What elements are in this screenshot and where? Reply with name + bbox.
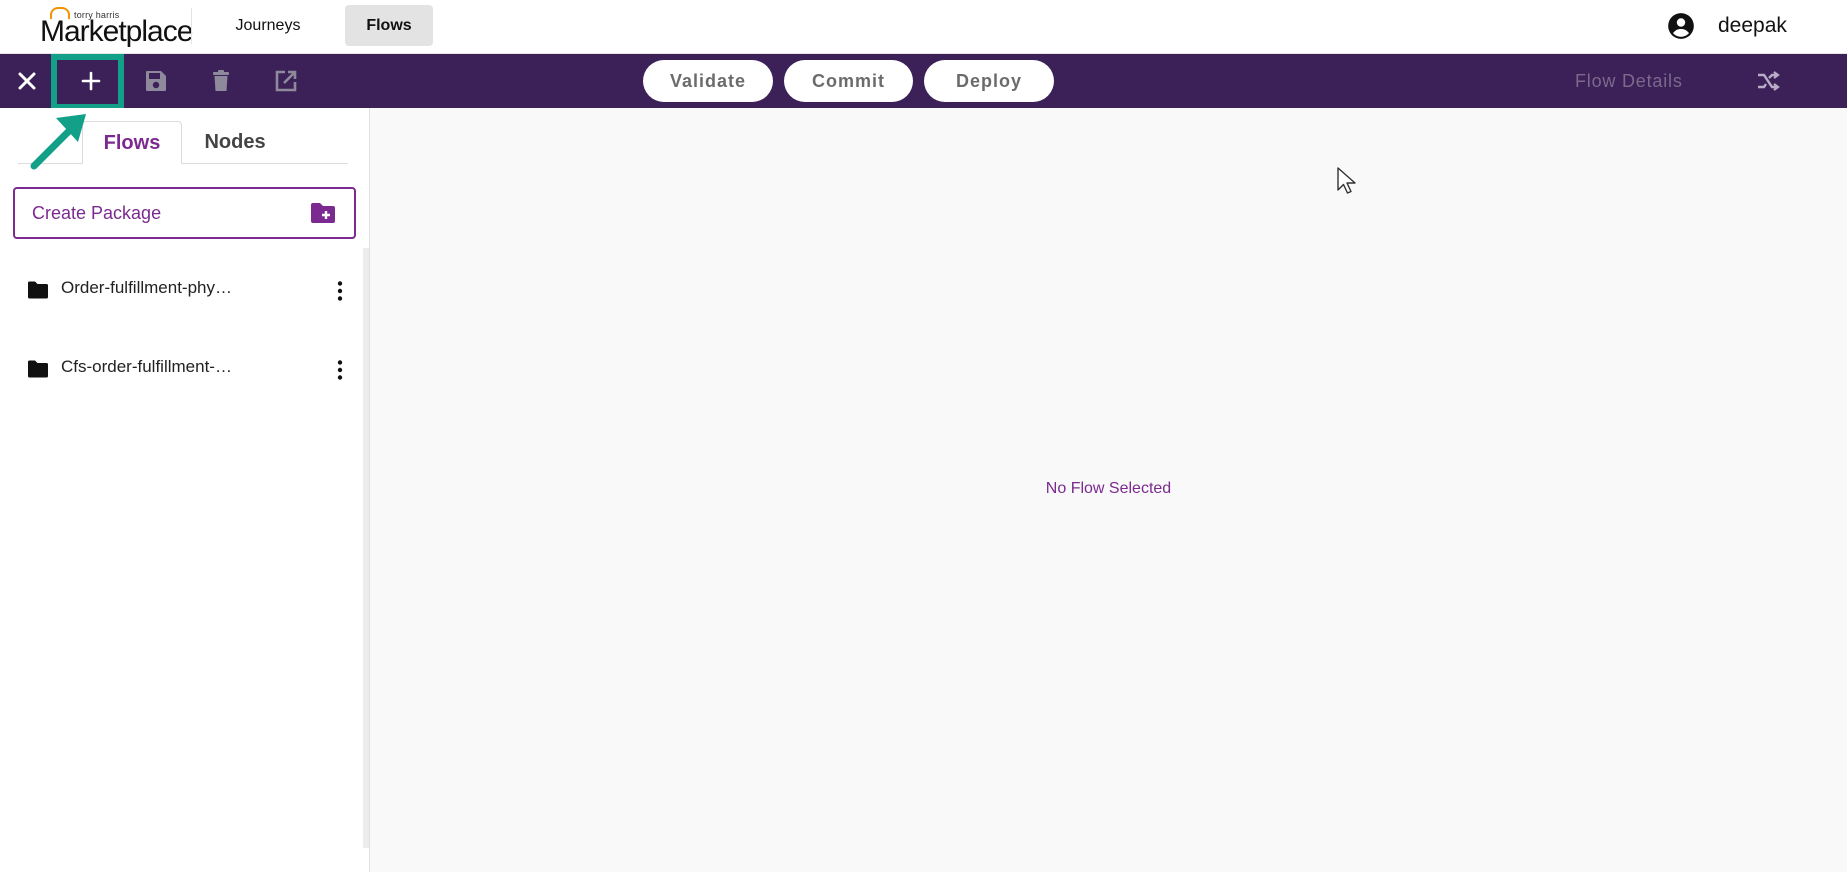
folder-icon xyxy=(27,280,49,300)
package-item[interactable]: Cfs-order-fulfillment-… xyxy=(0,339,363,399)
flow-details-button[interactable]: Flow Details xyxy=(1575,54,1683,108)
deploy-button[interactable]: Deploy xyxy=(924,60,1054,102)
nav-tab-journeys[interactable]: Journeys xyxy=(222,5,314,46)
more-options-icon[interactable] xyxy=(332,280,348,302)
user-name[interactable]: deepak xyxy=(1718,12,1787,40)
nav-tab-flows[interactable]: Flows xyxy=(345,5,433,46)
folder-icon xyxy=(27,359,49,379)
delete-icon[interactable] xyxy=(206,66,236,96)
empty-state-message: No Flow Selected xyxy=(1045,480,1172,497)
shuffle-icon[interactable] xyxy=(1755,68,1781,94)
header-divider xyxy=(191,8,192,44)
marketplace-logo[interactable]: torry harris Marketplace xyxy=(40,4,193,48)
create-folder-icon xyxy=(310,201,336,225)
create-package-button[interactable]: Create Package xyxy=(13,187,356,239)
validate-button[interactable]: Validate xyxy=(643,60,773,102)
commit-button[interactable]: Commit xyxy=(784,60,913,102)
create-package-label: Create Package xyxy=(32,203,162,223)
tab-nodes[interactable]: Nodes xyxy=(190,121,280,164)
add-flow-highlight xyxy=(51,54,124,110)
save-icon[interactable] xyxy=(141,66,171,96)
logo-main-text: Marketplace xyxy=(40,15,193,48)
more-options-icon[interactable] xyxy=(332,359,348,381)
open-external-icon[interactable] xyxy=(271,66,301,96)
account-circle-icon[interactable] xyxy=(1667,12,1695,40)
package-item[interactable]: Order-fulfillment-phy… xyxy=(0,260,363,320)
close-icon[interactable] xyxy=(12,66,42,96)
top-header: torry harris Marketplace Journeys Flows … xyxy=(0,0,1847,54)
package-name: Cfs-order-fulfillment-… xyxy=(61,357,232,376)
pointer-arrow-icon xyxy=(28,110,98,172)
sidebar-scrollbar[interactable] xyxy=(363,248,369,848)
package-name: Order-fulfillment-phy… xyxy=(61,278,232,297)
mouse-cursor-icon xyxy=(1336,166,1358,196)
